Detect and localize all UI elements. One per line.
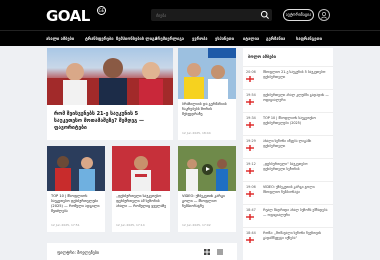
article-date: 12 Jun 2025, 17:51	[51, 223, 80, 227]
flag-icon	[246, 99, 254, 105]
news-headline[interactable]: TOP 10 | მსოფლიოს საუკეთესო ფეხბურთელები…	[263, 116, 329, 125]
flag-icon	[246, 145, 254, 151]
hero-title[interactable]: რომ შეისვენებს 21-ე საუკუნის 5 საუკეთესო…	[54, 111, 166, 132]
nav-item-germany[interactable]: გერმანია	[266, 36, 285, 41]
logo[interactable]: GOAL	[46, 7, 90, 25]
hero-article[interactable]: რომ შეისვენებს 21-ე საუკუნის 5 საუკეთესო…	[47, 48, 173, 140]
main-nav: ახალი ამბები ტრანსფერები ჩემპიონსების ლი…	[0, 30, 380, 46]
news-headline[interactable]: VIDEO: უზბეკეთის კარგი გოლი მსოფლიო ჩემპ…	[263, 185, 329, 194]
article-card[interactable]: VIDEO: უზბეკეთის კარგი გოლი — მსოფლიო ჩე…	[178, 146, 236, 232]
nav-item-transfers[interactable]: ტრანსფერები	[85, 36, 114, 41]
article-title[interactable]: ბრაზილიის და გერმანიის ნაკრებებს შორის შ…	[182, 102, 233, 117]
article-image	[47, 146, 105, 191]
search-input[interactable]	[151, 9, 272, 21]
article-card[interactable]: „ფეხბურთელი საუკეთესო ფეხბურთელი ამ სეზო…	[112, 146, 170, 232]
user-icon[interactable]	[318, 9, 330, 21]
edition-badge[interactable]: GE	[97, 6, 106, 15]
list-view-icon[interactable]	[217, 249, 223, 255]
nav-item-france[interactable]: საფრანგეთი	[296, 36, 322, 41]
news-time: 19:06	[246, 185, 256, 189]
flag-icon	[246, 191, 254, 197]
news-headline[interactable]: რომა: „მომავალი სეზონი ჩვენთვის გადამწყვ…	[263, 231, 329, 240]
article-title[interactable]: VIDEO: უზბეკეთის კარგი გოლი — მსოფლიო ჩე…	[182, 194, 233, 209]
news-headline[interactable]: „ფეხბურთელი“ საუკეთესო ფეხბურთელი სეზონი…	[263, 162, 329, 171]
news-headline[interactable]: ფეხბურთელი ახალ კლუბში გადადის — ოფიციალ…	[263, 93, 329, 102]
news-time: 18:47	[246, 208, 256, 212]
news-time: 19:29	[246, 139, 256, 143]
flag-icon	[246, 214, 254, 220]
flag-icon	[246, 122, 254, 128]
search-icon[interactable]	[260, 10, 270, 20]
article-title[interactable]: TOP 10 | მსოფლიოს საუკეთესო ფეხბურთელები…	[51, 194, 102, 214]
flag-icon	[246, 76, 254, 82]
nav-item-champions-league[interactable]: ჩემპიონსების ლიგა	[116, 36, 157, 41]
news-time: 20:06	[246, 70, 256, 74]
nav-item-spain[interactable]: ესპანეთი	[215, 36, 234, 41]
article-card[interactable]: ბრაზილიის და გერმანიის ნაკრებებს შორის შ…	[178, 48, 236, 140]
news-headline[interactable]: ახალი სეზონი იწყება ლიგაში ფეხბურთელი	[263, 139, 329, 148]
news-item[interactable]: 19:54 ფეხბურთელი ახალ კლუბში გადადის — ო…	[243, 89, 333, 111]
news-item[interactable]: 19:12 „ფეხბურთელი“ საუკეთესო ფეხბურთელი …	[243, 158, 333, 180]
latest-news-sidebar: ბოლო ამბები 20:06 მსოფლიო 21-ე საუკუნის …	[243, 48, 333, 260]
news-time: 19:34	[246, 116, 256, 120]
filter-label: ფილტრი: მოვლენები	[57, 250, 99, 255]
nav-item-premier-league[interactable]: პრემიერლიგა	[155, 36, 184, 41]
article-image	[178, 146, 236, 191]
login-button[interactable]: ავტორიზაცია	[283, 9, 314, 21]
news-time: 18:44	[246, 231, 256, 235]
news-time: 19:54	[246, 93, 256, 97]
top-bar: GOAL GE ავტორიზაცია	[0, 0, 380, 30]
news-item[interactable]: 20:06 მსოფლიო 21-ე საუკუნის 5 საუკეთესო …	[243, 66, 333, 88]
nav-item-news[interactable]: ახალი ამბები	[46, 36, 74, 41]
nav-item-italy[interactable]: იტალია	[243, 36, 259, 41]
news-item[interactable]: 19:34 TOP 10 | მსოფლიოს საუკეთესო ფეხბურ…	[243, 112, 333, 134]
play-icon[interactable]	[202, 164, 213, 175]
sidebar-title: ბოლო ამბები	[248, 54, 276, 59]
news-headline[interactable]: რეალ მადრიდი ახალ სეზონს ემზადება — ოფიც…	[263, 208, 329, 217]
article-date: 12 Jun 2025, 18:44	[182, 131, 211, 135]
news-item[interactable]: 18:47 რეალ მადრიდი ახალ სეზონს ემზადება …	[243, 204, 333, 226]
grid-view-icon[interactable]	[204, 249, 210, 255]
article-title[interactable]: „ფეხბურთელი საუკეთესო ფეხბურთელი ამ სეზო…	[116, 194, 167, 209]
flag-icon	[246, 168, 254, 174]
news-item[interactable]: 18:44 რომა: „მომავალი სეზონი ჩვენთვის გა…	[243, 227, 333, 249]
news-headline[interactable]: მსოფლიო 21-ე საუკუნის 5 საუკეთესო ფეხბურ…	[263, 70, 329, 79]
article-card[interactable]: TOP 10 | მსოფლიოს საუკეთესო ფეხბურთელები…	[47, 146, 105, 232]
news-item[interactable]: 19:06 VIDEO: უზბეკეთის კარგი გოლი მსოფლი…	[243, 181, 333, 203]
news-time: 19:12	[246, 162, 256, 166]
nav-item-europe[interactable]: ევროპა	[192, 36, 207, 41]
article-date: 12 Jun 2025, 17:02	[182, 223, 211, 227]
news-item[interactable]: 19:29 ახალი სეზონი იწყება ლიგაში ფეხბურთ…	[243, 135, 333, 157]
article-image	[178, 48, 236, 99]
filter-bar: ფილტრი: მოვლენები	[47, 243, 237, 260]
article-image	[112, 146, 170, 191]
hero-image	[47, 48, 173, 105]
flag-icon	[246, 237, 254, 243]
article-date: 12 Jun 2025, 17:14	[116, 223, 145, 227]
